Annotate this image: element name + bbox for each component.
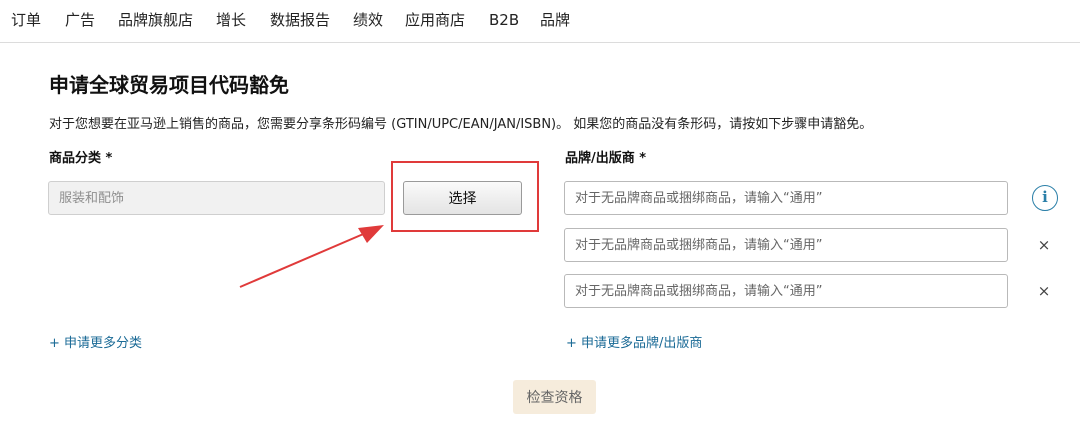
category-input[interactable]: [48, 181, 385, 215]
page-description: 对于您想要在亚马逊上销售的商品，您需要分享条形码编号 (GTIN/UPC/EAN…: [49, 117, 873, 132]
nav-item-reports[interactable]: 数据报告: [270, 10, 330, 30]
add-more-categories-link[interactable]: + 申请更多分类: [49, 335, 142, 353]
brand-input-2[interactable]: [564, 228, 1008, 262]
add-more-brands-link[interactable]: + 申请更多品牌/出版商: [566, 335, 702, 353]
info-icon[interactable]: i: [1032, 185, 1058, 211]
nav-item-brand-store[interactable]: 品牌旗舰店: [118, 10, 193, 30]
nav-item-b2b[interactable]: B2B: [489, 10, 519, 30]
check-eligibility-button[interactable]: 检查资格: [513, 380, 596, 414]
select-category-button[interactable]: 选择: [403, 181, 522, 215]
nav-item-growth[interactable]: 增长: [216, 10, 246, 30]
remove-brand-icon[interactable]: ×: [1036, 237, 1052, 253]
nav-item-performance[interactable]: 绩效: [353, 10, 383, 30]
nav-item-ads[interactable]: 广告: [65, 10, 95, 30]
brand-label: 品牌/出版商 *: [565, 151, 647, 166]
remove-brand-icon[interactable]: ×: [1036, 283, 1052, 299]
nav-item-orders[interactable]: 订单: [11, 10, 41, 30]
brand-input-1[interactable]: [564, 181, 1008, 215]
annotation-arrow: [239, 225, 384, 288]
category-label: 商品分类 *: [49, 151, 113, 166]
nav-item-app-store[interactable]: 应用商店: [405, 10, 465, 30]
nav-item-brand[interactable]: 品牌: [540, 10, 570, 30]
brand-input-3[interactable]: [564, 274, 1008, 308]
top-navigation: 订单 广告 品牌旗舰店 增长 数据报告 绩效 应用商店 B2B 品牌: [0, 0, 1080, 43]
page-title: 申请全球贸易项目代码豁免: [49, 73, 289, 97]
